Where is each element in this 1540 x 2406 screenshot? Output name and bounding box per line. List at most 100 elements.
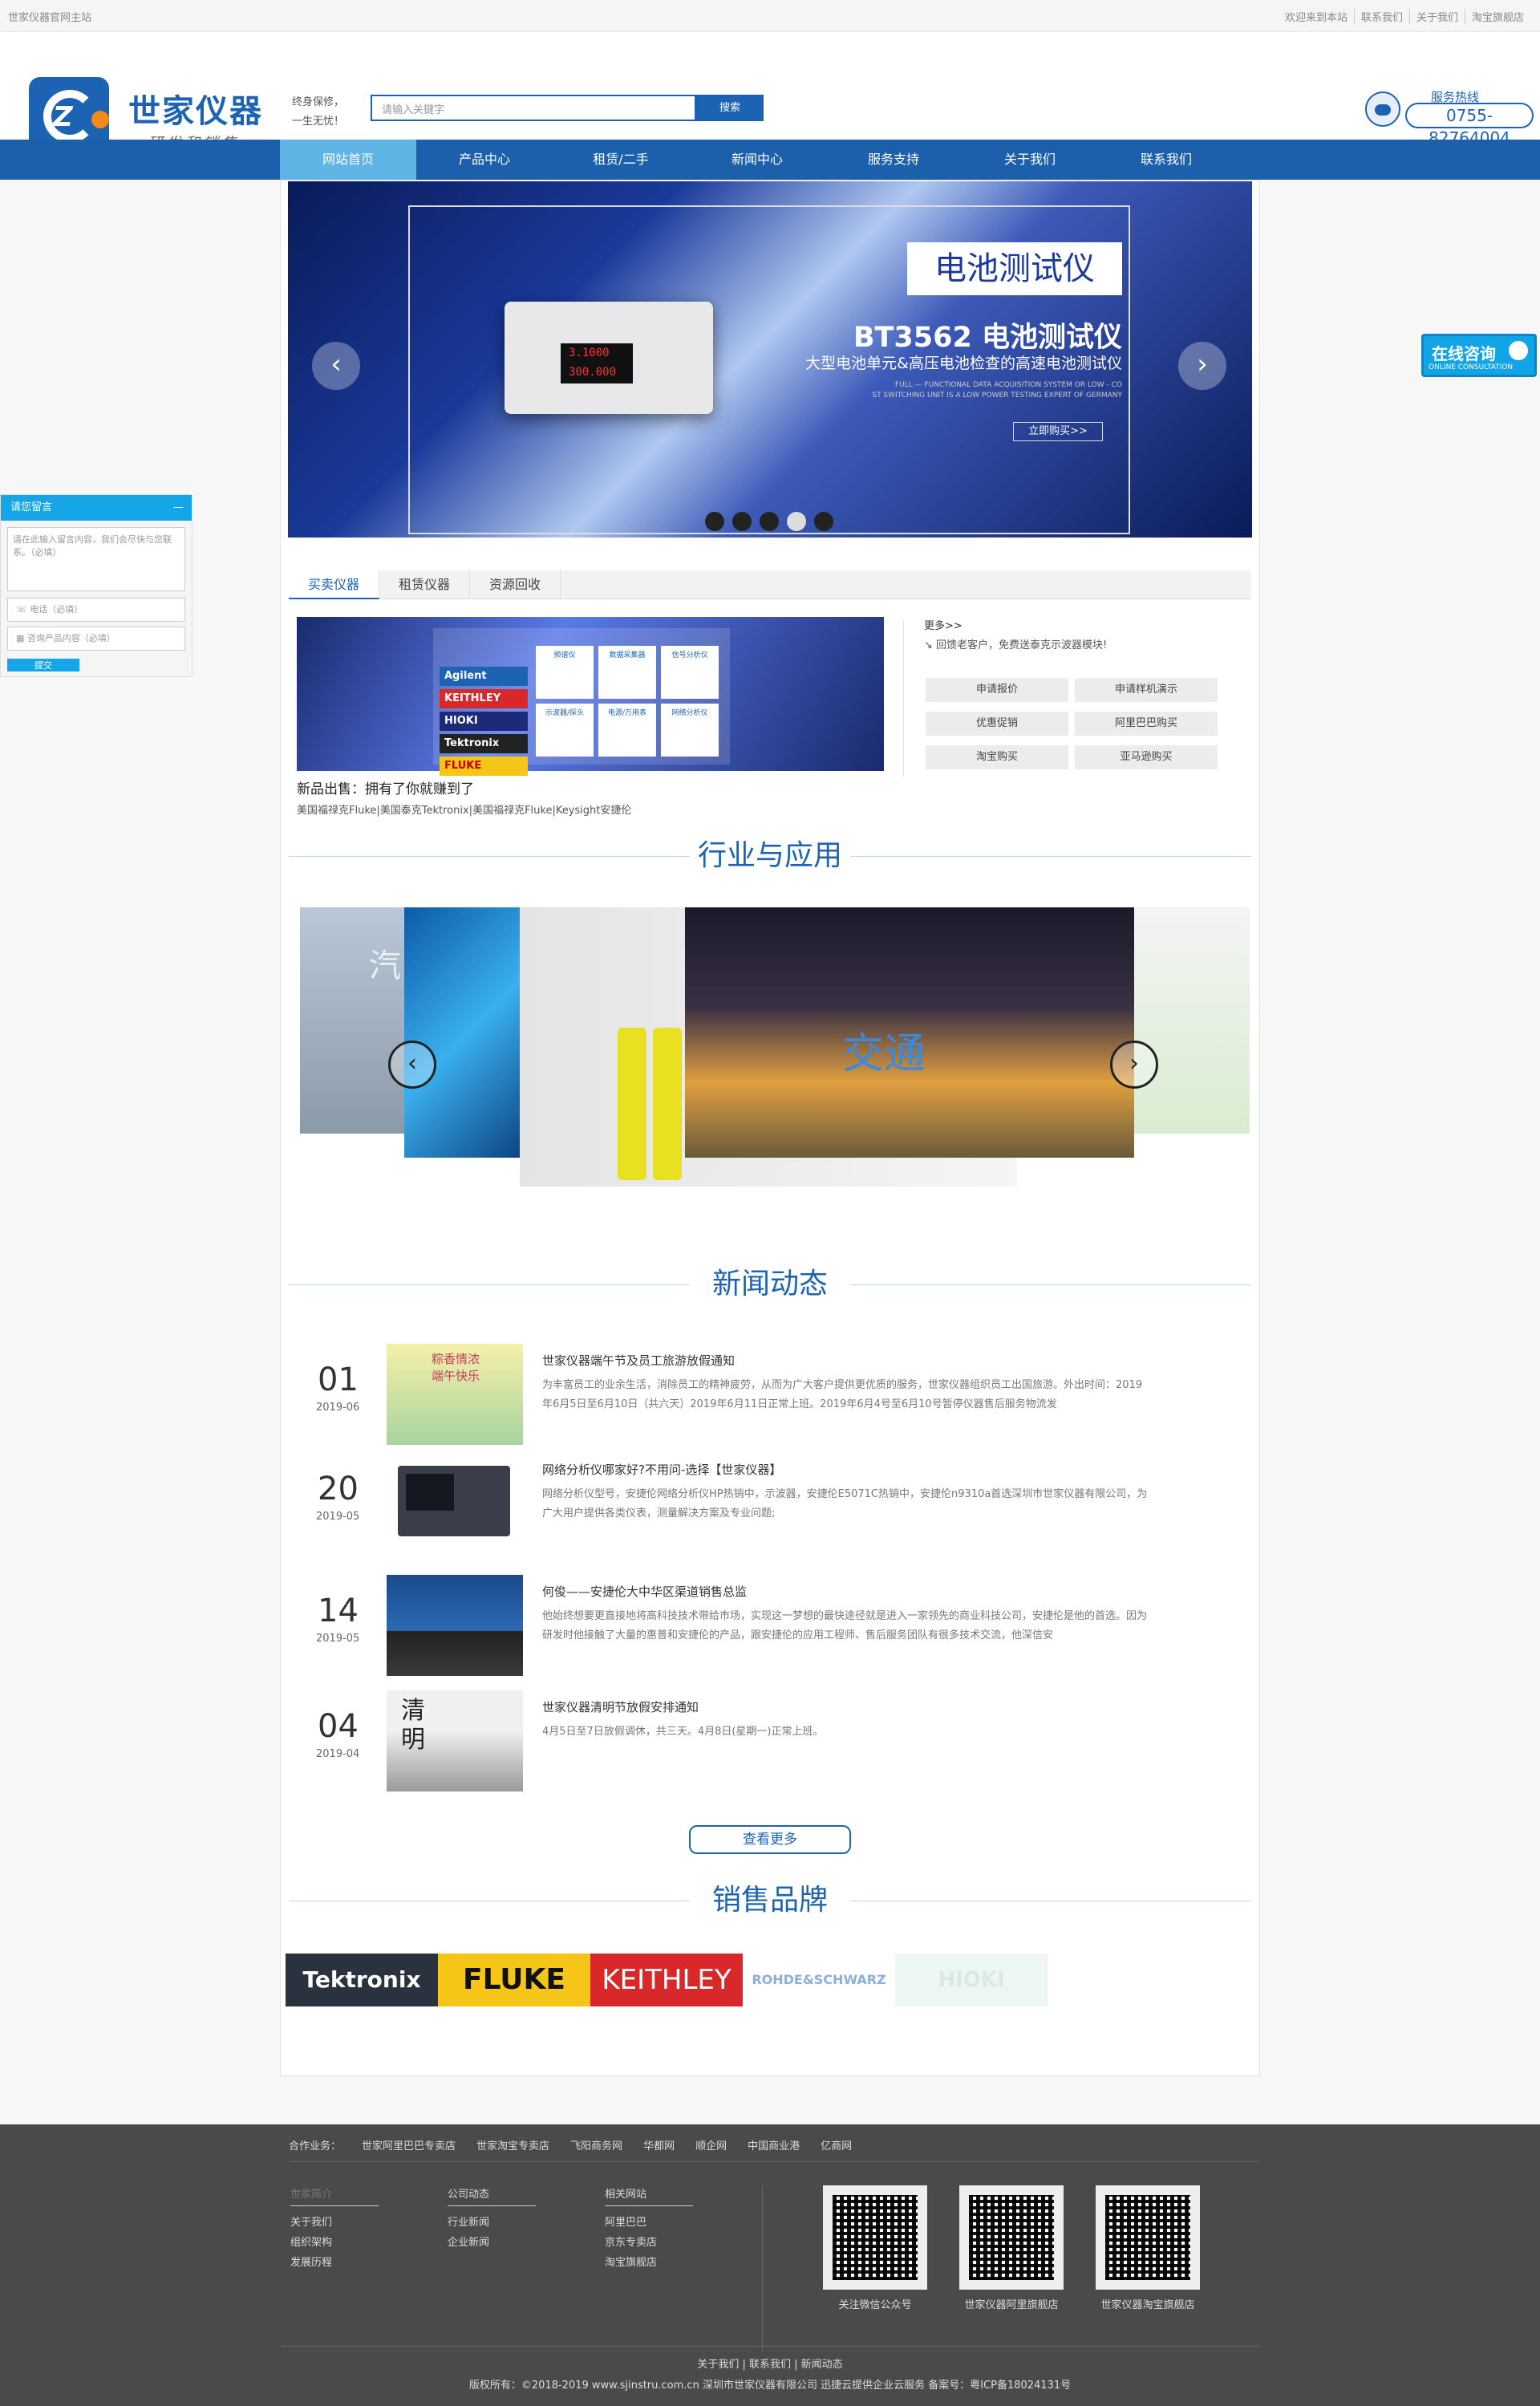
carousel-item-transport[interactable]: 交通	[685, 907, 1134, 1158]
banner-next-icon[interactable]: ›	[1178, 342, 1226, 390]
brand-logo-keithley[interactable]: KEITHLEY	[590, 1954, 743, 2006]
news-item[interactable]: 01 2019-06 粽香情浓 端午快乐 世家仪器端午节及员工旅游放假通知 为丰…	[297, 1344, 1243, 1448]
partner-link[interactable]: 中国商业港	[748, 2137, 800, 2152]
amazon-buy-button[interactable]: 亚马逊购买	[1075, 745, 1218, 769]
news-title[interactable]: 世家仪器清明节放假安排通知	[542, 1698, 699, 1715]
partner-link[interactable]: 顺企网	[695, 2137, 727, 2152]
news-item[interactable]: 20 2019-05 网络分析仪哪家好?不用问-选择【世家仪器】 网络分析仪型号…	[297, 1453, 1243, 1557]
main-nav: 网站首页 产品中心 租赁/二手 新闻中心 服务支持 关于我们 联系我们	[0, 140, 1540, 180]
news-item[interactable]: 04 2019-04 清明 世家仪器清明节放假安排通知 4月5日至7日放假调休，…	[297, 1690, 1243, 1795]
industry-carousel[interactable]: 汽 交通 ‹ ›	[300, 907, 1250, 1187]
news-month: 2019-06	[316, 1402, 360, 1414]
nav-about[interactable]: 关于我们	[962, 140, 1098, 180]
qr-alibaba[interactable]: 世家仪器阿里旗舰店	[959, 2185, 1064, 2311]
footer-link[interactable]: 关于我们	[290, 2213, 379, 2233]
news-title[interactable]: 何俊——安捷伦大中华区渠道销售总监	[542, 1583, 747, 1600]
buy-now-button[interactable]: 立即购买>>	[1013, 422, 1103, 441]
product-promo-image[interactable]: Agilent KEITHLEY HIOKI Tektronix FLUKE 频…	[297, 617, 884, 776]
top-link-about[interactable]: 关于我们	[1408, 9, 1465, 24]
banner-dot[interactable]	[732, 512, 752, 531]
tab-buy-sell[interactable]: 买卖仪器	[289, 570, 380, 599]
nav-home[interactable]: 网站首页	[280, 140, 416, 180]
nav-contact[interactable]: 联系我们	[1098, 140, 1234, 180]
footer-link[interactable]: 企业新闻	[448, 2233, 536, 2253]
top-link-taobao[interactable]: 淘宝旗舰店	[1464, 9, 1530, 24]
footer-link[interactable]: 发展历程	[290, 2253, 379, 2273]
brand-name[interactable]: 世家仪器	[128, 85, 263, 132]
qr-wechat[interactable]: 关注微信公众号	[823, 2185, 927, 2311]
carousel-item-automotive[interactable]: 汽	[300, 907, 412, 1134]
view-more-button[interactable]: 查看更多	[689, 1825, 851, 1854]
chat-icon	[1509, 341, 1528, 360]
footer-link[interactable]: 组织架构	[290, 2233, 379, 2253]
nav-rental[interactable]: 租赁/二手	[553, 140, 689, 180]
banner-prev-icon[interactable]: ‹	[312, 342, 360, 390]
nav-service[interactable]: 服务支持	[825, 140, 962, 180]
tab-rental[interactable]: 租赁仪器	[379, 570, 471, 599]
top-bar: 世家仪器官网主站 欢迎来到本站 联系我们 关于我们 淘宝旗舰店	[0, 0, 1540, 32]
alibaba-buy-button[interactable]: 阿里巴巴购买	[1075, 712, 1218, 736]
promotion-button[interactable]: 优惠促销	[926, 712, 1068, 736]
banner-dot[interactable]	[787, 512, 806, 531]
banner-dot[interactable]	[760, 512, 779, 531]
online-consult-button[interactable]: 在线咨询 ONLINE CONSULTATION	[1421, 334, 1537, 377]
news-thumbnail[interactable]	[387, 1453, 523, 1554]
brand-logo-tektronix[interactable]: Tektronix	[286, 1954, 438, 2006]
carousel-next-icon[interactable]: ›	[1110, 1041, 1158, 1089]
news-summary: 他始终想要更直接地将高科技技术带给市场，实现这一梦想的最快途径就是进入一家领先的…	[542, 1610, 1148, 1641]
header: Z 世家仪器 研发和销售 终身保修， 一生无忧！ 请输入关键字 搜索 服务热线 …	[0, 32, 1540, 157]
partner-link[interactable]: 世家阿里巴巴专卖店	[362, 2137, 456, 2152]
qr-taobao[interactable]: 世家仪器淘宝旗舰店	[1096, 2185, 1200, 2311]
footer-link[interactable]: 行业新闻	[448, 2213, 536, 2233]
top-link-contact[interactable]: 联系我们	[1353, 9, 1409, 24]
carousel-label: 汽	[369, 947, 401, 984]
footer-col-heading: 相关网站	[605, 2185, 693, 2206]
nav-news[interactable]: 新闻中心	[689, 140, 825, 180]
footer-link[interactable]: 淘宝旗舰店	[605, 2253, 693, 2273]
partner-link[interactable]: 华都网	[643, 2137, 675, 2152]
message-panel-header[interactable]: 请您留言 —	[1, 495, 192, 521]
banner-dot[interactable]	[705, 512, 724, 531]
search-input[interactable]: 请输入关键字	[371, 95, 696, 121]
brand-logo-hioki[interactable]: HIOKI	[895, 1954, 1048, 2006]
promo-tile: 频谱仪	[536, 646, 594, 699]
hero-banner[interactable]: 3.1000 300.000 电池测试仪 BT3562 电池测试仪 大型电池单元…	[288, 181, 1252, 538]
brand-logo-fluke[interactable]: FLUKE	[438, 1954, 590, 2006]
brand-logo-rohde-schwarz[interactable]: ROHDE&SCHWARZ	[743, 1954, 895, 2006]
notice-text[interactable]: ↘ 回馈老客户，免费送泰克示波器模块!	[924, 636, 1107, 651]
product-placeholder: 咨询产品内容（必填）	[26, 633, 116, 643]
banner-dot[interactable]	[814, 512, 833, 531]
carousel-item-energy[interactable]	[1134, 907, 1250, 1134]
phone-input[interactable]: ☏ 电话（必填）	[7, 598, 185, 622]
footer-link[interactable]: 阿里巴巴	[605, 2213, 693, 2233]
carousel-prev-icon[interactable]: ‹	[388, 1041, 436, 1089]
footer-bottom-links[interactable]: 关于我们 | 联系我们 | 新闻动态	[0, 2355, 1540, 2371]
demo-request-button[interactable]: 申请样机演示	[1075, 678, 1218, 702]
nav-products[interactable]: 产品中心	[416, 140, 553, 180]
product-title[interactable]: 新品出售：拥有了你就赚到了	[297, 777, 474, 797]
minimize-icon[interactable]: —	[173, 495, 184, 521]
partner-link[interactable]: 飞阳商务网	[570, 2137, 622, 2152]
news-item[interactable]: 14 2019-05 何俊——安捷伦大中华区渠道销售总监 他始终想要更直接地将高…	[297, 1575, 1243, 1679]
product-inquiry-input[interactable]: ▦ 咨询产品内容（必填）	[7, 627, 185, 651]
tab-recycle[interactable]: 资源回收	[470, 570, 561, 599]
news-title[interactable]: 世家仪器端午节及员工旅游放假通知	[542, 1352, 735, 1369]
partner-link[interactable]: 亿商网	[821, 2137, 852, 2152]
top-link-welcome[interactable]: 欢迎来到本站	[1279, 9, 1354, 24]
quote-request-button[interactable]: 申请报价	[926, 678, 1068, 702]
partner-link[interactable]: 世家淘宝专卖店	[476, 2137, 549, 2152]
news-thumbnail[interactable]: 清明	[387, 1690, 523, 1791]
news-thumbnail[interactable]	[387, 1575, 523, 1676]
submit-button[interactable]: 提交	[7, 659, 79, 671]
taobao-buy-button[interactable]: 淘宝购买	[926, 745, 1068, 769]
carousel-item-electronics[interactable]	[404, 907, 533, 1158]
search-button[interactable]: 搜索	[696, 95, 764, 121]
footer: 合作业务： 世家阿里巴巴专卖店 世家淘宝专卖店 飞阳商务网 华都网 顺企网 中国…	[0, 2124, 1540, 2406]
more-link[interactable]: 更多>>	[924, 617, 962, 632]
qr-code-icon	[1096, 2185, 1200, 2290]
footer-link[interactable]: 京东专卖店	[605, 2233, 693, 2253]
news-thumbnail[interactable]: 粽香情浓 端午快乐	[387, 1344, 523, 1445]
news-thumb-caption: 清明	[401, 1697, 425, 1754]
news-title[interactable]: 网络分析仪哪家好?不用问-选择【世家仪器】	[542, 1461, 781, 1478]
message-textarea[interactable]: 请在此输入留言内容，我们会尽快与您联系。（必填）	[7, 527, 185, 591]
